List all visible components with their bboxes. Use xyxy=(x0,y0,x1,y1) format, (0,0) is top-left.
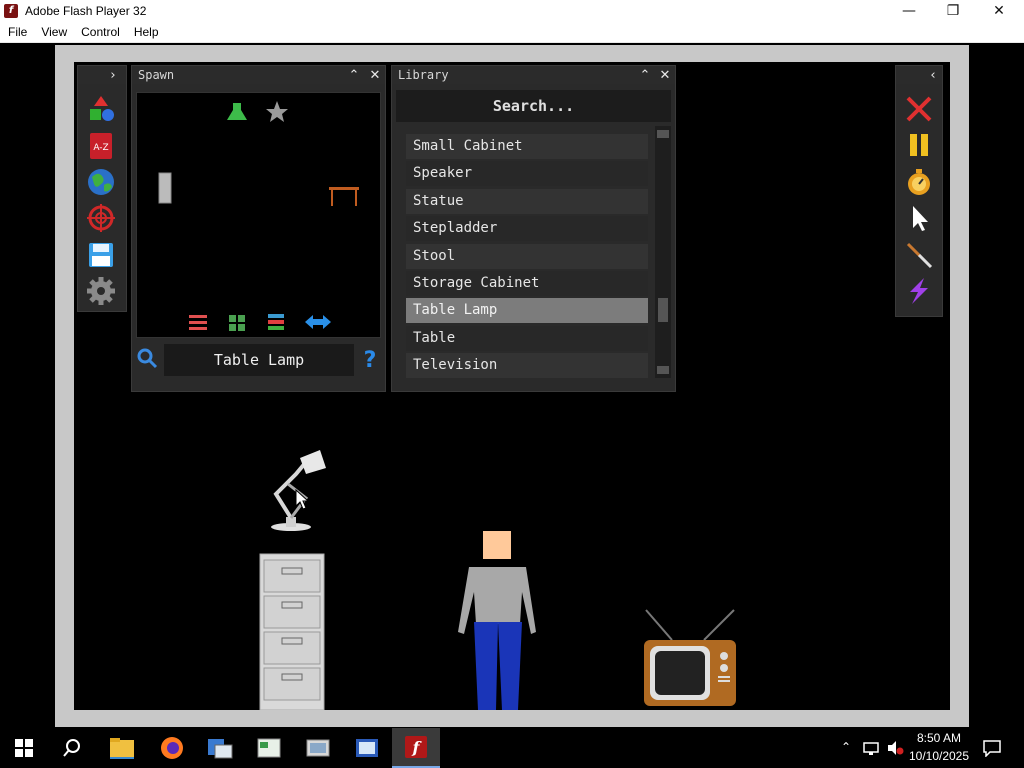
flask-icon[interactable] xyxy=(227,103,247,120)
library-item[interactable]: Stepladder xyxy=(406,216,648,241)
scroll-thumb[interactable] xyxy=(658,298,668,322)
app-icon-2[interactable] xyxy=(245,728,293,768)
network-icon[interactable] xyxy=(862,740,880,756)
library-item[interactable]: Table xyxy=(406,326,648,351)
menu-control[interactable]: Control xyxy=(74,25,127,39)
filing-cabinet-object[interactable] xyxy=(259,553,325,710)
left-toolbar-panel: › A-Z xyxy=(77,65,127,312)
windows-start-icon[interactable] xyxy=(0,728,48,768)
library-item[interactable]: Stool xyxy=(406,244,648,269)
save-icon[interactable] xyxy=(86,240,116,270)
globe-icon[interactable] xyxy=(86,167,116,197)
ruler-icon[interactable] xyxy=(158,172,172,204)
library-item[interactable]: Speaker xyxy=(406,161,648,186)
tray-chevron-icon[interactable]: ⌃ xyxy=(838,740,854,756)
shapes-icon[interactable] xyxy=(86,94,116,124)
swap-arrows-icon[interactable] xyxy=(305,315,331,329)
star-icon[interactable] xyxy=(266,101,288,122)
library-item-selected[interactable]: Table Lamp xyxy=(406,298,648,323)
svg-text:A-Z: A-Z xyxy=(93,143,108,153)
menu-file[interactable]: File xyxy=(1,25,34,39)
a-z-book-icon[interactable]: A-Z xyxy=(86,131,116,161)
app-icon-4[interactable] xyxy=(343,728,391,768)
collapse-icon[interactable]: ⌃ xyxy=(636,66,654,84)
library-panel-title: Library xyxy=(398,68,449,82)
menu-bar: File View Control Help xyxy=(0,22,1024,43)
library-item[interactable]: Statue xyxy=(406,189,648,214)
volume-muted-icon[interactable] xyxy=(886,740,904,756)
file-explorer-icon[interactable] xyxy=(98,728,146,768)
target-icon[interactable] xyxy=(86,203,116,233)
collapse-icon[interactable]: ⌃ xyxy=(345,66,363,84)
close-red-icon[interactable] xyxy=(904,94,934,124)
menu-help[interactable]: Help xyxy=(127,25,166,39)
pause-icon[interactable] xyxy=(904,130,934,160)
spawn-preview-area[interactable] xyxy=(136,92,381,338)
spawn-search-input[interactable]: Table Lamp xyxy=(164,344,354,376)
help-icon[interactable]: ? xyxy=(358,346,382,374)
television-object[interactable] xyxy=(644,609,736,706)
notifications-icon[interactable] xyxy=(982,739,1002,758)
library-scrollbar[interactable] xyxy=(655,126,671,378)
cursor-icon[interactable] xyxy=(904,203,934,233)
scroll-down-arrow[interactable] xyxy=(657,366,669,374)
right-toolbar-panel: ‹ xyxy=(895,65,943,317)
window-title: Adobe Flash Player 32 xyxy=(25,4,147,18)
flash-app-icon: f xyxy=(4,4,18,18)
collapse-chevron-icon[interactable]: ‹ xyxy=(924,66,942,84)
library-search-input[interactable]: Search... xyxy=(396,90,671,122)
library-item[interactable]: Storage Cabinet xyxy=(406,271,648,296)
grid-view-icon[interactable] xyxy=(229,315,245,331)
flash-player-taskbar-icon[interactable]: f xyxy=(392,728,440,768)
table-lamp-object[interactable] xyxy=(271,450,326,531)
app-icon-3[interactable] xyxy=(294,728,342,768)
list-view-icon[interactable] xyxy=(268,314,284,330)
restore-button[interactable]: ❐ xyxy=(930,0,976,22)
knife-icon[interactable] xyxy=(904,240,934,270)
table-icon[interactable] xyxy=(329,187,359,206)
menu-view[interactable]: View xyxy=(34,25,74,39)
app-icon-1[interactable] xyxy=(196,728,244,768)
minimize-button[interactable]: — xyxy=(886,0,932,22)
close-button[interactable]: ✕ xyxy=(976,0,1022,22)
mouse-cursor xyxy=(295,488,310,510)
firefox-icon[interactable] xyxy=(148,728,196,768)
library-item[interactable]: Small Cabinet xyxy=(406,134,648,159)
close-panel-icon[interactable]: ✕ xyxy=(366,66,384,84)
clock-time[interactable]: 8:50 AM xyxy=(906,731,972,747)
search-taskbar-icon[interactable] xyxy=(48,728,96,768)
library-item[interactable]: Television xyxy=(406,353,648,378)
ragdoll-person[interactable] xyxy=(458,531,536,710)
spawn-panel: Spawn ⌃ ✕ Table Lamp ? xyxy=(131,65,386,392)
lightning-icon[interactable] xyxy=(904,276,934,306)
expand-chevron-icon[interactable]: › xyxy=(104,66,122,84)
clock-date[interactable]: 10/10/2025 xyxy=(906,749,972,765)
spawn-panel-title: Spawn xyxy=(138,68,175,82)
scroll-up-arrow[interactable] xyxy=(657,130,669,138)
window-titlebar: f Adobe Flash Player 32 xyxy=(0,0,1024,22)
search-icon[interactable] xyxy=(132,343,162,373)
gear-icon[interactable] xyxy=(86,276,116,306)
sliders-icon[interactable] xyxy=(189,315,207,330)
stopwatch-icon[interactable] xyxy=(904,167,934,197)
close-panel-icon[interactable]: ✕ xyxy=(656,66,674,84)
